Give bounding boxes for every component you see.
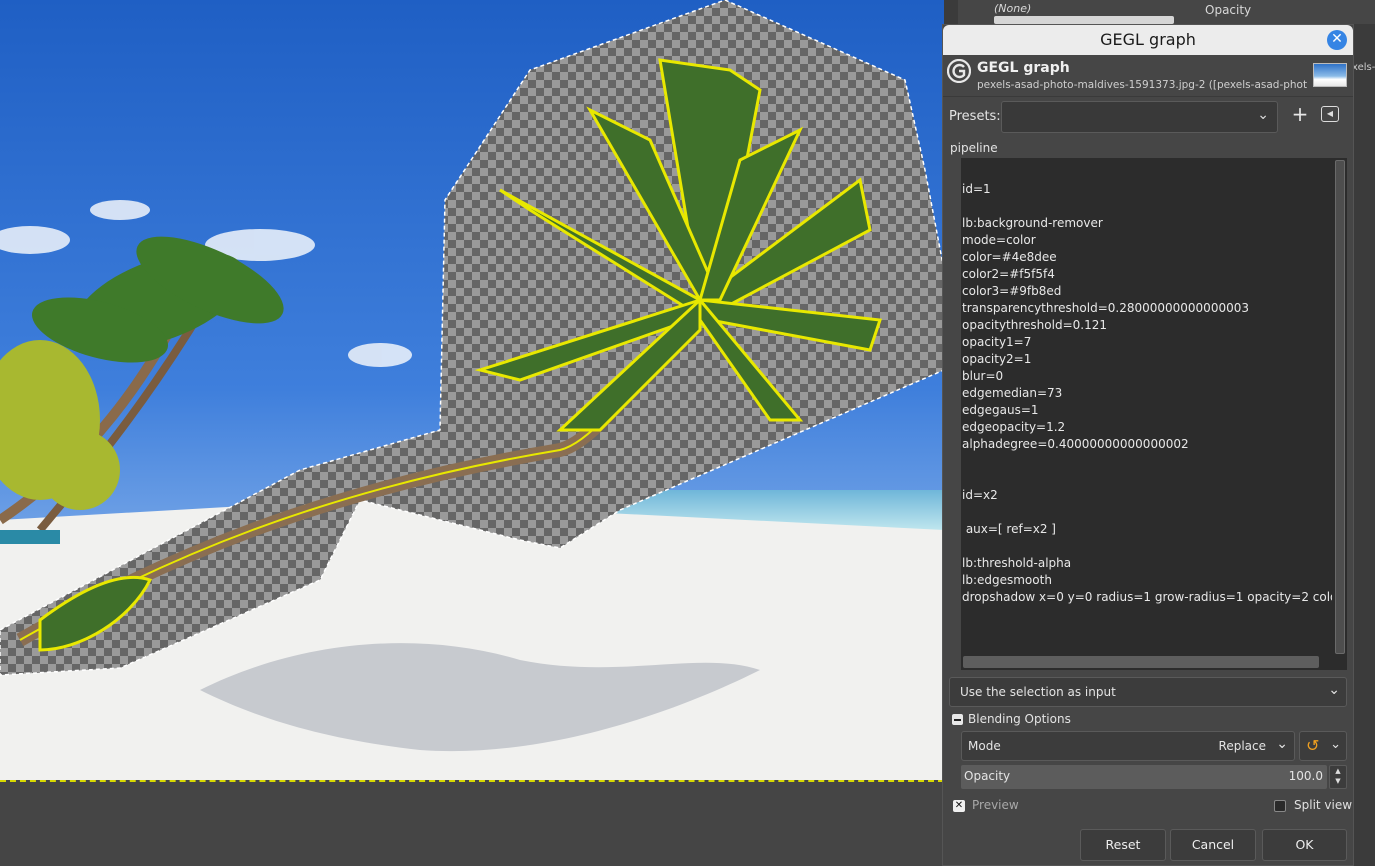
opacity-label: Opacity	[964, 769, 1011, 783]
preview-checkbox[interactable]: ✕	[953, 800, 965, 812]
dock-edge-text: xels-	[1352, 62, 1375, 73]
split-view-checkbox[interactable]	[1274, 800, 1286, 812]
presets-row: Presets: ⌄ + ◀	[943, 97, 1353, 137]
pipeline-text[interactable]: id=1 lb:background-remover mode=color co…	[962, 164, 1332, 606]
menu-arrow-icon: ◀	[1326, 109, 1334, 118]
add-preset-button[interactable]: +	[1289, 104, 1311, 126]
input-source-value: Use the selection as input	[960, 685, 1116, 699]
presets-dropdown[interactable]: ⌄	[1001, 101, 1278, 133]
split-view-label[interactable]: Split view	[1294, 798, 1352, 812]
header-title: GEGL graph	[977, 60, 1070, 76]
dialog-header: GEGL graph pexels-asad-photo-maldives-15…	[943, 55, 1353, 97]
close-icon: ✕	[1331, 31, 1343, 47]
preview-label[interactable]: Preview	[972, 798, 1019, 812]
presets-menu-button[interactable]: ◀	[1321, 106, 1339, 122]
chevron-down-icon: ⌄	[1330, 737, 1341, 752]
close-button[interactable]: ✕	[1327, 30, 1347, 50]
layer-none-label: (None)	[994, 2, 1032, 15]
opacity-spinner[interactable]: ▲ ▼	[1329, 765, 1347, 789]
layer-bar[interactable]	[994, 16, 1174, 24]
mode-value: Replace	[1218, 739, 1266, 753]
cancel-button[interactable]: Cancel	[1170, 829, 1256, 861]
image-thumbnail	[1313, 63, 1347, 87]
input-source-dropdown[interactable]: Use the selection as input ⌄	[949, 677, 1347, 707]
presets-label: Presets:	[949, 109, 1001, 124]
plus-icon: +	[1291, 102, 1309, 126]
layers-opacity-label: Opacity	[1205, 3, 1252, 17]
mode-reset-button[interactable]: ↺ ⌄	[1299, 731, 1347, 761]
horizontal-scrollbar[interactable]	[963, 656, 1319, 668]
canvas-padding	[0, 780, 944, 866]
dialog-titlebar[interactable]: GEGL graph ✕	[943, 25, 1353, 55]
ok-button[interactable]: OK	[1262, 829, 1347, 861]
reset-button[interactable]: Reset	[1080, 829, 1166, 861]
blend-mode-dropdown[interactable]: Mode Replace ⌄	[961, 731, 1295, 761]
canvas-image[interactable]	[0, 0, 944, 780]
collapse-icon[interactable]	[952, 714, 963, 725]
layers-panel-strip: (None) Opacity	[958, 0, 1375, 24]
opacity-slider[interactable]: Opacity 100.0	[961, 765, 1327, 789]
header-subtitle: pexels-asad-photo-maldives-1591373.jpg-2…	[977, 79, 1307, 91]
pipeline-label: pipeline	[950, 141, 998, 155]
gegl-graph-dialog: GEGL graph ✕ GEGL graph pexels-asad-phot…	[942, 24, 1354, 866]
vertical-scrollbar[interactable]	[1335, 160, 1345, 654]
chevron-down-icon: ⌄	[1257, 107, 1269, 123]
pipeline-text-editor[interactable]: id=1 lb:background-remover mode=color co…	[961, 158, 1347, 670]
gimp-logo-icon	[947, 59, 971, 83]
dialog-title: GEGL graph	[1100, 30, 1196, 49]
chevron-down-icon: ⌄	[1276, 736, 1288, 752]
mode-label: Mode	[968, 739, 1001, 753]
chevron-down-icon: ⌄	[1328, 682, 1340, 698]
reset-icon: ↺	[1306, 736, 1320, 755]
opacity-value: 100.0	[1288, 769, 1323, 783]
blending-options-label[interactable]: Blending Options	[968, 712, 1071, 726]
